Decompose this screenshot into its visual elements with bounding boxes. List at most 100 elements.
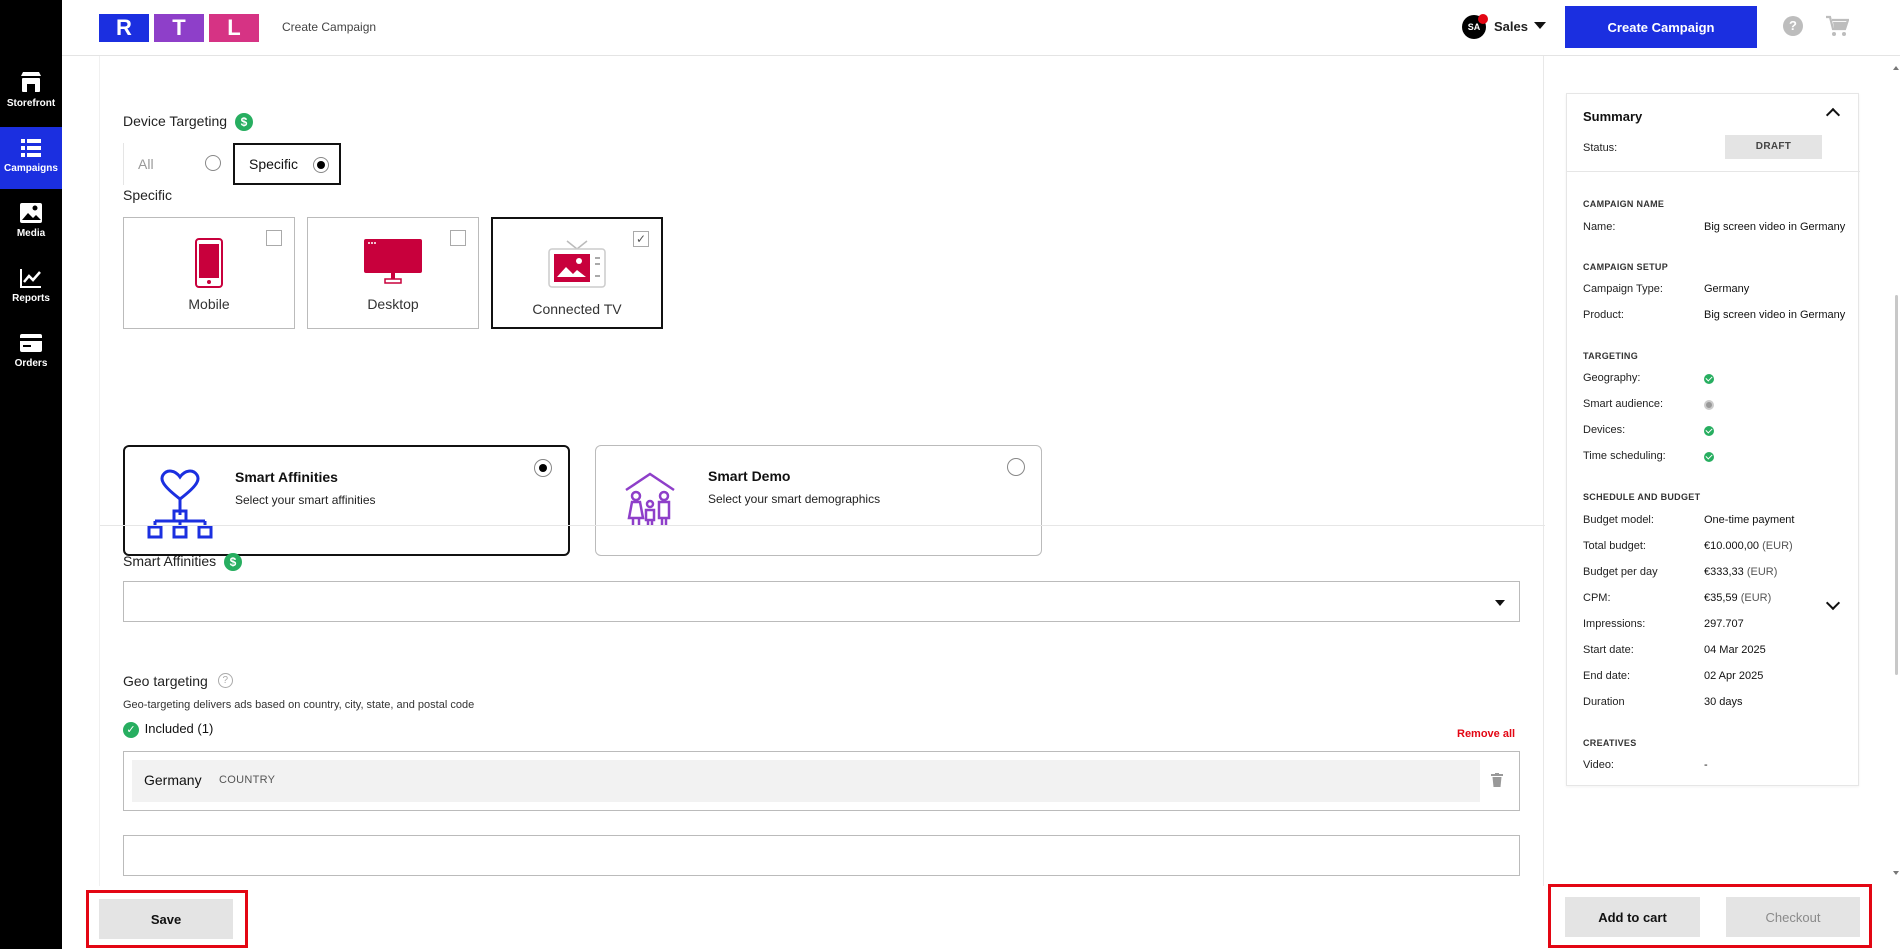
row-label: Name: [1583, 221, 1616, 233]
smart-affinities-heading: Smart Affinities $ [123, 553, 243, 572]
nav-item-storefront[interactable]: Storefront [0, 62, 62, 124]
nav-item-campaigns[interactable]: Campaigns [0, 127, 62, 189]
cart-icon[interactable] [1825, 14, 1849, 38]
card-subtitle: Select your smart affinities [235, 493, 376, 507]
row-label: Duration [1583, 696, 1625, 708]
device-targeting-label: Device Targeting [123, 113, 228, 129]
orders-icon [20, 334, 42, 352]
card-title: Smart Demo [708, 468, 791, 484]
chevron-up-icon[interactable] [1825, 107, 1841, 123]
create-campaign-button[interactable]: Create Campaign [1565, 6, 1757, 48]
device-label: Mobile [188, 296, 230, 312]
row-label: Budget per day [1583, 566, 1658, 578]
row-value: €10.000,00 (EUR) [1704, 540, 1793, 552]
device-card-connected-tv[interactable]: ✓ Connected TV [491, 217, 663, 329]
device-option-specific[interactable]: Specific [233, 143, 341, 185]
nav-item-media[interactable]: Media [0, 192, 62, 254]
save-highlight: Save [86, 890, 248, 948]
card-title: Smart Affinities [235, 469, 338, 485]
geo-item-name: Germany [144, 772, 202, 788]
scroll-down-arrow[interactable] [1893, 871, 1899, 875]
amount: €333,33 [1704, 566, 1744, 578]
smart-affinities-select[interactable] [123, 581, 1520, 622]
save-button[interactable]: Save [99, 899, 233, 939]
row-label: End date: [1583, 670, 1631, 682]
row-value: 02 Apr 2025 [1704, 670, 1764, 682]
help-circle-icon[interactable]: ? [217, 673, 233, 688]
row-label: Geography: [1583, 372, 1641, 384]
row-label: Video: [1583, 759, 1614, 771]
smart-demo-card[interactable]: Smart Demo Select your smart demographic… [595, 445, 1042, 556]
top-header: R T L Create Campaign SA Sales Create Ca… [62, 0, 1900, 56]
included-label: Included (1) [144, 721, 214, 736]
affinity-network-icon [147, 469, 213, 539]
row-label: Product: [1583, 309, 1624, 321]
trash-icon[interactable] [1491, 773, 1503, 787]
logo-letter: R [99, 14, 149, 42]
device-targeting-heading: Device Targeting $ [123, 113, 253, 132]
row-label: Impressions: [1583, 618, 1646, 630]
status-badge: DRAFT [1725, 135, 1822, 159]
device-card-mobile[interactable]: Mobile [123, 217, 295, 329]
help-icon[interactable]: ? [1783, 16, 1803, 36]
checkbox-mobile[interactable] [266, 230, 282, 246]
radio-specific[interactable] [313, 157, 329, 173]
smart-affinities-card[interactable]: Smart Affinities Select your smart affin… [123, 445, 570, 556]
checkout-button[interactable]: Checkout [1726, 897, 1860, 937]
geo-search-input[interactable] [123, 835, 1520, 876]
breadcrumb[interactable]: Create Campaign [282, 20, 376, 34]
scrollbar-thumb[interactable] [1895, 295, 1898, 675]
nav-item-reports[interactable]: Reports [0, 257, 62, 319]
radio-smart-demo[interactable] [1007, 458, 1025, 476]
nav-label: Storefront [6, 98, 56, 109]
summary-title: Summary [1583, 109, 1643, 124]
user-menu-label[interactable]: Sales [1494, 19, 1528, 34]
rtl-logo[interactable]: R T L [99, 14, 259, 42]
device-card-desktop[interactable]: Desktop [307, 217, 479, 329]
radio-all[interactable] [205, 155, 221, 171]
currency: (EUR) [1746, 566, 1778, 578]
device-option-all[interactable]: All [123, 143, 231, 185]
amount: €35,59 [1704, 592, 1738, 604]
row-value: 297.707 [1704, 618, 1744, 630]
logo-letter: T [154, 14, 204, 42]
geo-targeting-label: Geo targeting [123, 673, 208, 689]
row-value: One-time payment [1704, 514, 1795, 526]
checkbox-connected-tv[interactable]: ✓ [633, 231, 649, 247]
smart-affinities-label: Smart Affinities [123, 553, 217, 569]
device-label: Connected TV [532, 301, 622, 317]
nav-item-orders[interactable]: Orders [0, 322, 62, 384]
row-label: Smart audience: [1583, 398, 1664, 410]
card-subtitle: Select your smart demographics [708, 492, 881, 506]
chevron-down-icon[interactable] [1825, 595, 1841, 611]
option-label: All [138, 156, 154, 172]
campaign-form: Device Targeting $ All Specific Specific… [99, 56, 1545, 886]
row-value: Germany [1704, 283, 1750, 295]
geo-description: Geo-targeting delivers ads based on coun… [123, 699, 475, 711]
reports-icon [20, 269, 41, 288]
row-label: Campaign Type: [1583, 283, 1663, 295]
check-circle-icon [1704, 452, 1714, 462]
checkbox-desktop[interactable] [450, 230, 466, 246]
nav-label: Reports [12, 293, 50, 304]
row-value: Big screen video in Germany [1704, 221, 1846, 233]
radio-smart-affinities[interactable] [534, 459, 552, 477]
section-heading: CAMPAIGN NAME [1583, 199, 1665, 209]
currency: (EUR) [1762, 540, 1793, 552]
row-value: €35,59 (EUR) [1704, 592, 1771, 604]
check-circle-icon [1704, 426, 1714, 436]
family-house-icon [625, 472, 675, 526]
logo-letter: L [209, 14, 259, 42]
section-heading: TARGETING [1583, 351, 1639, 361]
remove-all-link[interactable]: Remove all [1457, 728, 1515, 740]
included-heading: ✓ Included (1) [123, 721, 213, 738]
row-value: - [1704, 759, 1708, 771]
dollar-icon: $ [234, 113, 253, 132]
caret-down-icon[interactable] [1534, 22, 1546, 29]
left-nav: Storefront Campaigns Media Reports Order… [0, 0, 62, 949]
row-label: Devices: [1583, 424, 1626, 436]
scroll-up-arrow[interactable] [1893, 66, 1899, 70]
included-list: Germany COUNTRY [123, 751, 1520, 811]
add-to-cart-button[interactable]: Add to cart [1565, 897, 1700, 937]
notification-dot [1478, 14, 1488, 24]
